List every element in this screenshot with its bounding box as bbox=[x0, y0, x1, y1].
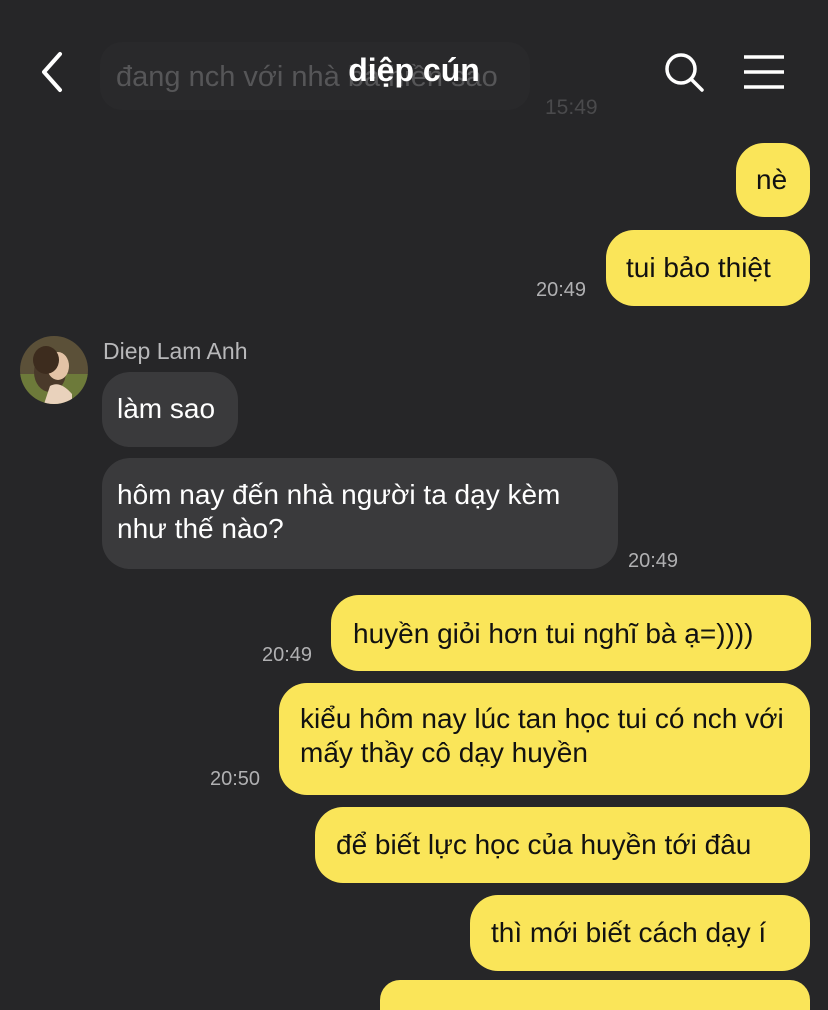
message-text: tui bảo thiệt bbox=[626, 252, 771, 283]
menu-icon[interactable] bbox=[742, 54, 786, 90]
message-text: kiểu hôm nay lúc tan học tui có nch với … bbox=[300, 703, 784, 768]
message-text: huyền giỏi hơn tui nghĩ bà ạ=)))) bbox=[353, 618, 754, 649]
message-time: 20:49 bbox=[628, 550, 679, 572]
message-text: hôm nay đến nhà người ta dạy kèm như thế… bbox=[117, 479, 561, 544]
sender-name: Diep Lam Anh bbox=[103, 338, 248, 364]
message-bubble-outgoing[interactable]: nè bbox=[736, 143, 810, 217]
message-bubble-incoming[interactable]: hôm nay đến nhà người ta dạy kèm như thế… bbox=[102, 458, 618, 569]
message-bubble-outgoing[interactable]: tui bảo thiệt bbox=[606, 230, 810, 306]
avatar[interactable] bbox=[20, 336, 88, 404]
message-time: 20:49 bbox=[536, 279, 587, 301]
message-text: để biết lực học của huyền tới đâu bbox=[336, 829, 752, 860]
message-text: nè bbox=[756, 164, 788, 195]
message-time: 20:49 bbox=[262, 644, 313, 666]
message-bubble-outgoing[interactable]: thì mới biết cách dạy í bbox=[470, 895, 810, 971]
message-bubble-outgoing[interactable]: huyền giỏi hơn tui nghĩ bà ạ=)))) bbox=[331, 595, 811, 671]
message-time: 20:50 bbox=[210, 768, 261, 790]
message-bubble-incoming[interactable]: làm sao bbox=[102, 372, 238, 447]
chat-header: diệp cún bbox=[0, 0, 828, 140]
message-bubble-outgoing[interactable] bbox=[380, 980, 810, 1010]
message-bubble-outgoing[interactable]: để biết lực học của huyền tới đâu bbox=[315, 807, 810, 883]
message-text: làm sao bbox=[117, 393, 216, 424]
message-text: thì mới biết cách dạy í bbox=[491, 917, 767, 948]
message-bubble-outgoing[interactable]: kiểu hôm nay lúc tan học tui có nch với … bbox=[279, 683, 810, 795]
search-icon[interactable] bbox=[662, 50, 706, 94]
